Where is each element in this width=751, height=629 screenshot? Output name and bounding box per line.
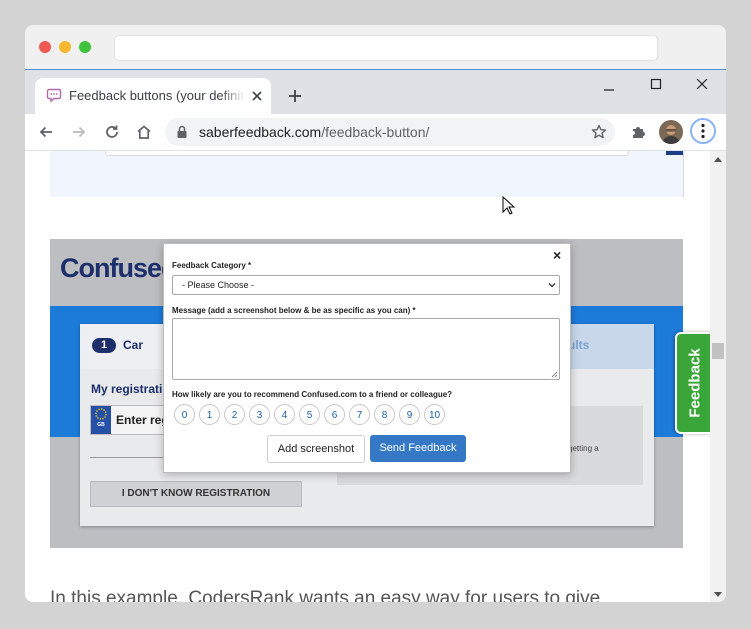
nps-option-9: 9 — [399, 404, 420, 425]
chevron-down-icon — [548, 281, 556, 289]
info-box-text: getting a — [568, 444, 599, 453]
send-feedback-button: Send Feedback — [370, 435, 466, 462]
close-browser-icon[interactable] — [696, 78, 708, 90]
eu-plate-strip: GB — [91, 406, 111, 434]
minimize-icon[interactable] — [603, 84, 615, 96]
message-label: Message (add a screenshot below & be as … — [172, 306, 416, 315]
embed-button-edge — [666, 151, 683, 155]
scroll-down-arrow-icon[interactable] — [714, 592, 722, 598]
url-host: saberfeedback.com — [199, 124, 322, 140]
bookmark-star-icon[interactable] — [591, 124, 607, 140]
tab-close-icon[interactable] — [250, 89, 264, 103]
browser-window: Feedback buttons (your definitive guide) — [25, 69, 726, 602]
embed-divider — [683, 151, 684, 197]
nps-option-1: 1 — [199, 404, 220, 425]
nps-option-3: 3 — [249, 404, 270, 425]
minimize-window-dot[interactable] — [59, 41, 71, 53]
reload-icon[interactable] — [104, 124, 120, 140]
resize-grip-icon — [551, 371, 558, 378]
registration-label: My registrati — [91, 382, 163, 396]
profile-avatar[interactable] — [659, 120, 683, 144]
omnibox[interactable]: saberfeedback.com/feedback-button/ — [165, 118, 615, 146]
results-label: ults — [568, 338, 590, 352]
extensions-puzzle-icon[interactable] — [630, 124, 646, 140]
page-viewport: Confused 1 Car ults My registrati GB Ent… — [25, 151, 726, 602]
nps-option-5: 5 — [299, 404, 320, 425]
nps-option-7: 7 — [349, 404, 370, 425]
scroll-thumb[interactable] — [712, 343, 724, 359]
home-icon[interactable] — [136, 124, 152, 140]
plate-country: GB — [97, 422, 105, 428]
nps-option-8: 8 — [374, 404, 395, 425]
reg-input-text: Enter reg — [116, 413, 169, 427]
lock-icon[interactable] — [176, 125, 188, 139]
modal-close-icon: × — [553, 247, 562, 263]
message-textarea — [172, 318, 560, 380]
step-label: Car — [123, 338, 144, 352]
back-icon[interactable] — [38, 124, 54, 140]
nps-option-6: 6 — [324, 404, 345, 425]
card-divider — [90, 457, 164, 458]
embed-block — [50, 151, 683, 197]
url-text[interactable]: saberfeedback.com/feedback-button/ — [199, 124, 429, 140]
close-window-dot[interactable] — [39, 41, 51, 53]
forward-icon[interactable] — [71, 124, 87, 140]
browser-toolbar: saberfeedback.com/feedback-button/ — [25, 114, 726, 150]
mac-window: Feedback buttons (your definitive guide) — [25, 25, 726, 602]
category-label: Feedback Category * — [172, 261, 252, 270]
nps-option-0: 0 — [174, 404, 195, 425]
embed-input-edge — [105, 151, 629, 156]
add-screenshot-button: Add screenshot — [267, 435, 365, 463]
maximize-icon[interactable] — [650, 78, 662, 90]
nps-option-10: 10 — [424, 404, 445, 425]
feedback-modal: × Feedback Category * - Please Choose - … — [163, 243, 571, 473]
feedback-tab-label: Feedback — [686, 348, 703, 418]
article-text: In this example, CodersRank wants an eas… — [50, 588, 601, 602]
browser-tab[interactable]: Feedback buttons (your definitive guide) — [35, 78, 271, 114]
category-select-value: - Please Choose - — [182, 280, 255, 290]
confused-logo-text: Confused — [60, 253, 177, 283]
dont-know-registration-button: I DON'T KNOW REGISTRATION — [90, 481, 302, 507]
tab-title: Feedback buttons (your definitive guide) — [69, 88, 245, 103]
scroll-up-arrow-icon[interactable] — [714, 156, 722, 162]
new-tab-icon[interactable] — [287, 88, 303, 104]
feedback-tab-button[interactable]: Feedback — [675, 332, 712, 434]
nps-option-4: 4 — [274, 404, 295, 425]
step-number: 1 — [92, 338, 116, 353]
maximize-window-dot[interactable] — [79, 41, 91, 53]
nps-option-2: 2 — [224, 404, 245, 425]
menu-kebab-icon[interactable] — [690, 118, 716, 144]
outer-address-bar[interactable] — [114, 35, 658, 61]
nps-label: How likely are you to recommend Confused… — [172, 390, 453, 399]
page-scrollbar[interactable] — [710, 151, 726, 602]
mouse-cursor-icon — [502, 196, 516, 216]
speech-bubble-icon — [46, 87, 62, 103]
category-select: - Please Choose - — [172, 275, 560, 295]
url-path: /feedback-button/ — [321, 124, 430, 140]
eu-stars-icon — [95, 408, 107, 420]
